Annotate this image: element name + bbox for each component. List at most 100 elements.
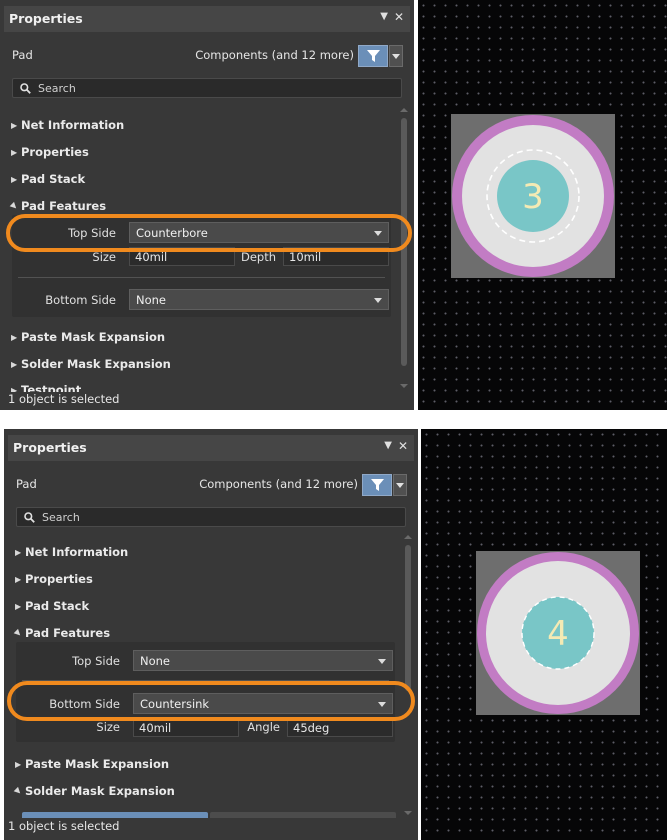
section-label: Properties [21, 145, 89, 159]
bottom-side-dropdown[interactable]: None [129, 289, 389, 310]
group-divider [22, 680, 389, 681]
expand-triangle-icon: ▶ [11, 333, 18, 342]
collapse-triangle-icon: ▶ [12, 785, 24, 797]
section-label: Solder Mask Expansion [21, 357, 171, 371]
size-input[interactable]: 40mil [133, 718, 239, 737]
pcb-canvas[interactable]: 4 [421, 429, 667, 840]
section-pad-stack[interactable]: ▶ Pad Stack [11, 172, 85, 186]
section-properties[interactable]: ▶ Properties [11, 145, 89, 159]
scroll-down-arrow[interactable] [400, 384, 408, 388]
section-solder-mask-expansion[interactable]: ▶Solder Mask Expansion [12, 784, 175, 798]
object-filter-row: Pad Components (and 12 more) [12, 45, 404, 67]
bottom-side-value: None [136, 293, 167, 307]
section-paste-mask-expansion[interactable]: ▶ Paste Mask Expansion [15, 757, 169, 771]
scroll-up-arrow[interactable] [404, 535, 412, 539]
pcb-canvas[interactable]: 3 [418, 0, 667, 410]
filter-dropdown-button[interactable] [393, 474, 407, 496]
pad-designator: 3 [522, 177, 544, 217]
pad-designator: 4 [547, 614, 569, 654]
collapse-triangle-icon: ▶ [12, 627, 24, 639]
chevron-down-icon [396, 482, 404, 488]
section-label: Net Information [21, 118, 125, 132]
scrollbar-thumb[interactable] [401, 118, 407, 366]
chevron-down-icon [374, 231, 382, 236]
section-label: Pad Stack [21, 172, 86, 186]
section-label: Properties [25, 572, 93, 586]
section-pad-features[interactable]: ▶Pad Features [8, 199, 107, 213]
scrollbar-thumb[interactable] [405, 545, 411, 691]
search-icon [20, 83, 31, 94]
search-input[interactable] [38, 80, 338, 96]
search-input[interactable] [42, 509, 342, 525]
search-box [16, 507, 406, 527]
panel-scrollbar[interactable] [404, 535, 412, 815]
section-label: Solder Mask Expansion [25, 784, 175, 798]
chevron-down-icon [378, 702, 386, 707]
top-side-dropdown[interactable]: None [133, 650, 393, 671]
section-net-information[interactable]: ▶ Net Information [11, 118, 124, 132]
scroll-down-arrow[interactable] [404, 811, 412, 815]
bottom-side-label: Bottom Side [49, 697, 120, 711]
selection-filter-label: Components (and 12 more) [199, 477, 358, 491]
properties-panel: Properties ▼ ✕ Pad Components (and 12 mo… [4, 429, 418, 840]
collapse-triangle-icon: ▶ [8, 200, 20, 212]
top-side-value: None [140, 654, 171, 668]
screenshot-counterbore: 3 Properties ▼ ✕ Pad Components (and 12 … [0, 0, 667, 410]
panel-title: Properties [13, 440, 87, 455]
top-side-label: Top Side [68, 226, 116, 240]
status-text: 1 object is selected [8, 819, 120, 833]
panel-menu-button[interactable]: ▼ [384, 440, 392, 451]
pad-3[interactable]: 3 [451, 114, 615, 278]
mask-mode-tab-active[interactable] [22, 812, 208, 818]
pad-features-group: Top Side None Bottom Side Countersink Si… [16, 642, 395, 742]
panel-close-button[interactable]: ✕ [394, 10, 404, 24]
panel-close-button[interactable]: ✕ [398, 439, 408, 453]
panel-menu-button[interactable]: ▼ [380, 11, 388, 22]
depth-value: 10mil [289, 250, 322, 264]
section-properties[interactable]: ▶ Properties [15, 572, 93, 586]
chevron-down-icon [378, 659, 386, 664]
expand-triangle-icon: ▶ [15, 760, 22, 769]
section-pad-stack[interactable]: ▶ Pad Stack [15, 599, 89, 613]
filter-dropdown-button[interactable] [389, 45, 403, 67]
section-solder-mask-expansion[interactable]: ▶Solder Mask Expansion [11, 357, 171, 371]
scroll-up-arrow[interactable] [400, 108, 408, 112]
pad-4[interactable]: 4 [476, 551, 640, 715]
screenshot-countersink: 4 Properties ▼ ✕ Pad Components (and 12 … [0, 429, 667, 840]
depth-input[interactable]: 10mil [283, 247, 389, 266]
search-icon [24, 512, 35, 523]
section-label: Pad Features [21, 199, 107, 213]
section-testpoint[interactable]: ▶ Testpoint [11, 383, 81, 392]
section-label: Pad Stack [25, 599, 90, 613]
pad-features-group: Top Side Counterbore Size 40mil Depth 10… [12, 215, 391, 317]
size-input[interactable]: 40mil [129, 247, 235, 266]
angle-label: Angle [247, 720, 280, 734]
section-net-information[interactable]: ▶ Net Information [15, 545, 128, 559]
angle-value: 45deg [293, 721, 330, 735]
top-side-label: Top Side [72, 654, 120, 668]
bottom-side-value: Countersink [140, 697, 210, 711]
search-box [12, 78, 402, 98]
object-type-label: Pad [12, 48, 33, 62]
expand-triangle-icon: ▶ [15, 602, 22, 611]
size-value: 40mil [135, 250, 168, 264]
mask-mode-tab[interactable] [210, 812, 396, 818]
section-label: Pad Features [25, 626, 111, 640]
selection-filter-button[interactable] [362, 474, 392, 496]
size-value: 40mil [139, 721, 172, 735]
panel-title: Properties [9, 11, 83, 26]
chevron-down-icon [374, 298, 382, 303]
filter-icon [370, 479, 384, 491]
expand-triangle-icon: ▶ [11, 121, 18, 130]
selection-filter-button[interactable] [358, 45, 388, 67]
angle-input[interactable]: 45deg [287, 718, 393, 737]
object-filter-row: Pad Components (and 12 more) [16, 474, 408, 496]
section-pad-features[interactable]: ▶Pad Features [12, 626, 111, 640]
section-paste-mask-expansion[interactable]: ▶ Paste Mask Expansion [11, 330, 165, 344]
selection-filter-label: Components (and 12 more) [195, 48, 354, 62]
bottom-side-label: Bottom Side [45, 293, 116, 307]
bottom-side-dropdown[interactable]: Countersink [133, 693, 393, 714]
panel-scrollbar[interactable] [400, 108, 408, 388]
top-side-dropdown[interactable]: Counterbore [129, 222, 389, 243]
panel-titlebar: Properties ▼ ✕ [8, 435, 414, 461]
